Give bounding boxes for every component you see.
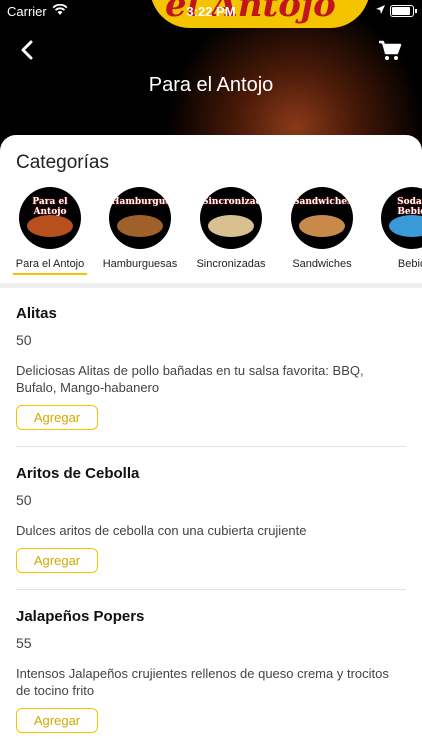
clock: 3:22 PM [186, 4, 236, 19]
product-price: 55 [16, 635, 32, 651]
categories-heading: Categorías [16, 152, 109, 173]
cart-icon [379, 40, 402, 60]
product-price: 50 [16, 492, 32, 508]
chevron-left-icon [21, 40, 33, 60]
category-label: Bebid [397, 258, 422, 270]
category-image: Hamburguesas [109, 187, 171, 249]
status-bar: Carrier 3:22 PM [0, 0, 422, 22]
category-sincronizadas[interactable]: Sincronizadas Sincronizadas [186, 183, 276, 275]
category-carousel[interactable]: Para el Antojo Para el Antojo Hamburgues… [0, 183, 422, 275]
product-price: 50 [16, 332, 32, 348]
category-label: Sandwiches [292, 258, 352, 270]
back-button[interactable] [16, 38, 40, 62]
product-description: Deliciosas Alitas de pollo bañadas en tu… [16, 363, 364, 395]
category-sandwiches[interactable]: Sandwiches Sandwiches [277, 183, 367, 275]
add-button[interactable]: Agregar [16, 548, 98, 573]
category-para-el-antojo[interactable]: Para el Antojo Para el Antojo [5, 183, 95, 275]
category-bebidas[interactable]: Sodas Bebid Bebid [367, 183, 422, 275]
category-label: Para el Antojo [15, 258, 85, 270]
add-button[interactable]: Agregar [16, 708, 98, 733]
location-arrow-icon [375, 4, 386, 18]
product-separator [16, 446, 406, 447]
product-separator [16, 589, 406, 590]
page-title: Para el Antojo [148, 74, 274, 96]
selected-indicator [13, 273, 87, 275]
product-name: Aritos de Cebolla [16, 465, 140, 482]
cart-button[interactable] [378, 38, 402, 62]
category-label: Sincronizadas [196, 258, 266, 270]
product-description: Intensos Jalapeños crujientes rellenos d… [16, 666, 389, 698]
content-sheet: Categorías Para el Antojo Para el Antojo… [0, 135, 422, 750]
product-name: Jalapeños Popers [16, 608, 145, 625]
category-label: Hamburguesas [102, 258, 178, 270]
product-description: Dulces aritos de cebolla con una cubiert… [16, 523, 307, 538]
product-name: Alitas [16, 305, 57, 322]
add-button[interactable]: Agregar [16, 405, 98, 430]
category-image: Para el Antojo [19, 187, 81, 249]
category-hamburguesas[interactable]: Hamburguesas Hamburguesas [95, 183, 185, 275]
category-image: Sandwiches [291, 187, 353, 249]
section-divider [0, 283, 422, 288]
category-image: Sodas Bebid [381, 187, 422, 249]
battery-icon [390, 5, 417, 17]
category-image: Sincronizadas [200, 187, 262, 249]
